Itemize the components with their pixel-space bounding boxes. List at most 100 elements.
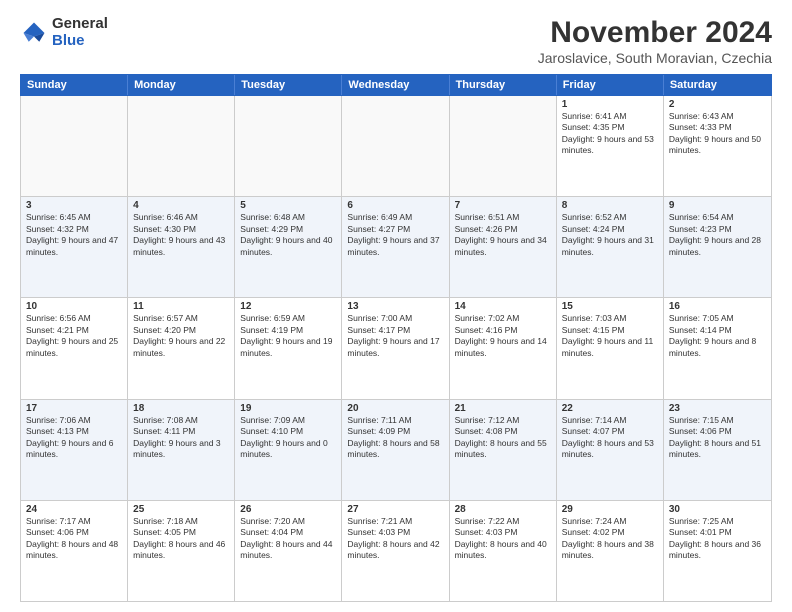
day-number: 21 <box>455 403 551 414</box>
cell-info: Sunrise: 7:08 AM Sunset: 4:11 PM Dayligh… <box>133 415 229 461</box>
cal-cell-r3-c3: 20Sunrise: 7:11 AM Sunset: 4:09 PM Dayli… <box>342 400 449 500</box>
header: General Blue November 2024 Jaroslavice, … <box>20 16 772 66</box>
cal-cell-r0-c6: 2Sunrise: 6:43 AM Sunset: 4:33 PM Daylig… <box>664 96 771 196</box>
location: Jaroslavice, South Moravian, Czechia <box>538 50 772 66</box>
cal-cell-r1-c3: 6Sunrise: 6:49 AM Sunset: 4:27 PM Daylig… <box>342 197 449 297</box>
cal-cell-r3-c2: 19Sunrise: 7:09 AM Sunset: 4:10 PM Dayli… <box>235 400 342 500</box>
cell-info: Sunrise: 7:20 AM Sunset: 4:04 PM Dayligh… <box>240 516 336 562</box>
calendar-body: 1Sunrise: 6:41 AM Sunset: 4:35 PM Daylig… <box>20 96 772 602</box>
cell-info: Sunrise: 6:46 AM Sunset: 4:30 PM Dayligh… <box>133 212 229 258</box>
cal-cell-r2-c6: 16Sunrise: 7:05 AM Sunset: 4:14 PM Dayli… <box>664 298 771 398</box>
cell-info: Sunrise: 7:00 AM Sunset: 4:17 PM Dayligh… <box>347 313 443 359</box>
cal-cell-r3-c6: 23Sunrise: 7:15 AM Sunset: 4:06 PM Dayli… <box>664 400 771 500</box>
cell-info: Sunrise: 6:59 AM Sunset: 4:19 PM Dayligh… <box>240 313 336 359</box>
cal-cell-r4-c4: 28Sunrise: 7:22 AM Sunset: 4:03 PM Dayli… <box>450 501 557 601</box>
cal-cell-r1-c5: 8Sunrise: 6:52 AM Sunset: 4:24 PM Daylig… <box>557 197 664 297</box>
day-number: 15 <box>562 301 658 312</box>
cal-cell-r4-c6: 30Sunrise: 7:25 AM Sunset: 4:01 PM Dayli… <box>664 501 771 601</box>
cell-info: Sunrise: 7:24 AM Sunset: 4:02 PM Dayligh… <box>562 516 658 562</box>
cell-info: Sunrise: 7:17 AM Sunset: 4:06 PM Dayligh… <box>26 516 122 562</box>
cell-info: Sunrise: 7:09 AM Sunset: 4:10 PM Dayligh… <box>240 415 336 461</box>
day-number: 13 <box>347 301 443 312</box>
page: General Blue November 2024 Jaroslavice, … <box>0 0 792 612</box>
calendar-header: Sunday Monday Tuesday Wednesday Thursday… <box>20 74 772 96</box>
day-number: 2 <box>669 99 766 110</box>
calendar-row-4: 24Sunrise: 7:17 AM Sunset: 4:06 PM Dayli… <box>21 501 771 601</box>
cal-cell-r0-c1 <box>128 96 235 196</box>
logo-icon <box>20 19 48 47</box>
cell-info: Sunrise: 7:02 AM Sunset: 4:16 PM Dayligh… <box>455 313 551 359</box>
day-number: 9 <box>669 200 766 211</box>
cal-cell-r4-c2: 26Sunrise: 7:20 AM Sunset: 4:04 PM Dayli… <box>235 501 342 601</box>
cal-cell-r1-c0: 3Sunrise: 6:45 AM Sunset: 4:32 PM Daylig… <box>21 197 128 297</box>
cal-cell-r0-c2 <box>235 96 342 196</box>
cal-cell-r3-c0: 17Sunrise: 7:06 AM Sunset: 4:13 PM Dayli… <box>21 400 128 500</box>
cal-cell-r3-c4: 21Sunrise: 7:12 AM Sunset: 4:08 PM Dayli… <box>450 400 557 500</box>
cell-info: Sunrise: 7:25 AM Sunset: 4:01 PM Dayligh… <box>669 516 766 562</box>
cal-cell-r2-c3: 13Sunrise: 7:00 AM Sunset: 4:17 PM Dayli… <box>342 298 449 398</box>
cell-info: Sunrise: 7:21 AM Sunset: 4:03 PM Dayligh… <box>347 516 443 562</box>
cell-info: Sunrise: 6:51 AM Sunset: 4:26 PM Dayligh… <box>455 212 551 258</box>
day-number: 19 <box>240 403 336 414</box>
cal-cell-r1-c2: 5Sunrise: 6:48 AM Sunset: 4:29 PM Daylig… <box>235 197 342 297</box>
cell-info: Sunrise: 6:49 AM Sunset: 4:27 PM Dayligh… <box>347 212 443 258</box>
cal-cell-r4-c5: 29Sunrise: 7:24 AM Sunset: 4:02 PM Dayli… <box>557 501 664 601</box>
day-number: 14 <box>455 301 551 312</box>
day-number: 25 <box>133 504 229 515</box>
cal-cell-r4-c3: 27Sunrise: 7:21 AM Sunset: 4:03 PM Dayli… <box>342 501 449 601</box>
cal-cell-r2-c5: 15Sunrise: 7:03 AM Sunset: 4:15 PM Dayli… <box>557 298 664 398</box>
cal-cell-r2-c0: 10Sunrise: 6:56 AM Sunset: 4:21 PM Dayli… <box>21 298 128 398</box>
cell-info: Sunrise: 7:15 AM Sunset: 4:06 PM Dayligh… <box>669 415 766 461</box>
cell-info: Sunrise: 6:41 AM Sunset: 4:35 PM Dayligh… <box>562 111 658 157</box>
cal-cell-r0-c5: 1Sunrise: 6:41 AM Sunset: 4:35 PM Daylig… <box>557 96 664 196</box>
day-number: 24 <box>26 504 122 515</box>
day-number: 17 <box>26 403 122 414</box>
cal-cell-r2-c1: 11Sunrise: 6:57 AM Sunset: 4:20 PM Dayli… <box>128 298 235 398</box>
cell-info: Sunrise: 7:14 AM Sunset: 4:07 PM Dayligh… <box>562 415 658 461</box>
cell-info: Sunrise: 7:22 AM Sunset: 4:03 PM Dayligh… <box>455 516 551 562</box>
cal-cell-r1-c1: 4Sunrise: 6:46 AM Sunset: 4:30 PM Daylig… <box>128 197 235 297</box>
month-title: November 2024 <box>538 16 772 50</box>
day-number: 28 <box>455 504 551 515</box>
cell-info: Sunrise: 7:11 AM Sunset: 4:09 PM Dayligh… <box>347 415 443 461</box>
cal-cell-r3-c1: 18Sunrise: 7:08 AM Sunset: 4:11 PM Dayli… <box>128 400 235 500</box>
day-number: 26 <box>240 504 336 515</box>
day-number: 27 <box>347 504 443 515</box>
header-sunday: Sunday <box>21 75 128 95</box>
day-number: 3 <box>26 200 122 211</box>
cell-info: Sunrise: 7:18 AM Sunset: 4:05 PM Dayligh… <box>133 516 229 562</box>
calendar-row-3: 17Sunrise: 7:06 AM Sunset: 4:13 PM Dayli… <box>21 400 771 501</box>
calendar-row-0: 1Sunrise: 6:41 AM Sunset: 4:35 PM Daylig… <box>21 96 771 197</box>
cal-cell-r1-c4: 7Sunrise: 6:51 AM Sunset: 4:26 PM Daylig… <box>450 197 557 297</box>
day-number: 23 <box>669 403 766 414</box>
calendar-row-1: 3Sunrise: 6:45 AM Sunset: 4:32 PM Daylig… <box>21 197 771 298</box>
day-number: 1 <box>562 99 658 110</box>
day-number: 7 <box>455 200 551 211</box>
day-number: 4 <box>133 200 229 211</box>
cal-cell-r0-c0 <box>21 96 128 196</box>
header-saturday: Saturday <box>664 75 771 95</box>
day-number: 11 <box>133 301 229 312</box>
day-number: 8 <box>562 200 658 211</box>
day-number: 22 <box>562 403 658 414</box>
cal-cell-r0-c4 <box>450 96 557 196</box>
day-number: 6 <box>347 200 443 211</box>
header-friday: Friday <box>557 75 664 95</box>
logo-text: General Blue <box>52 16 108 49</box>
cal-cell-r3-c5: 22Sunrise: 7:14 AM Sunset: 4:07 PM Dayli… <box>557 400 664 500</box>
cal-cell-r2-c2: 12Sunrise: 6:59 AM Sunset: 4:19 PM Dayli… <box>235 298 342 398</box>
cal-cell-r4-c0: 24Sunrise: 7:17 AM Sunset: 4:06 PM Dayli… <box>21 501 128 601</box>
calendar: Sunday Monday Tuesday Wednesday Thursday… <box>20 74 772 602</box>
logo-blue-text: Blue <box>52 33 108 50</box>
cell-info: Sunrise: 7:12 AM Sunset: 4:08 PM Dayligh… <box>455 415 551 461</box>
cell-info: Sunrise: 7:06 AM Sunset: 4:13 PM Dayligh… <box>26 415 122 461</box>
cell-info: Sunrise: 7:03 AM Sunset: 4:15 PM Dayligh… <box>562 313 658 359</box>
cell-info: Sunrise: 7:05 AM Sunset: 4:14 PM Dayligh… <box>669 313 766 359</box>
header-tuesday: Tuesday <box>235 75 342 95</box>
cell-info: Sunrise: 6:54 AM Sunset: 4:23 PM Dayligh… <box>669 212 766 258</box>
header-wednesday: Wednesday <box>342 75 449 95</box>
calendar-row-2: 10Sunrise: 6:56 AM Sunset: 4:21 PM Dayli… <box>21 298 771 399</box>
logo-general-text: General <box>52 16 108 33</box>
day-number: 12 <box>240 301 336 312</box>
cell-info: Sunrise: 6:48 AM Sunset: 4:29 PM Dayligh… <box>240 212 336 258</box>
